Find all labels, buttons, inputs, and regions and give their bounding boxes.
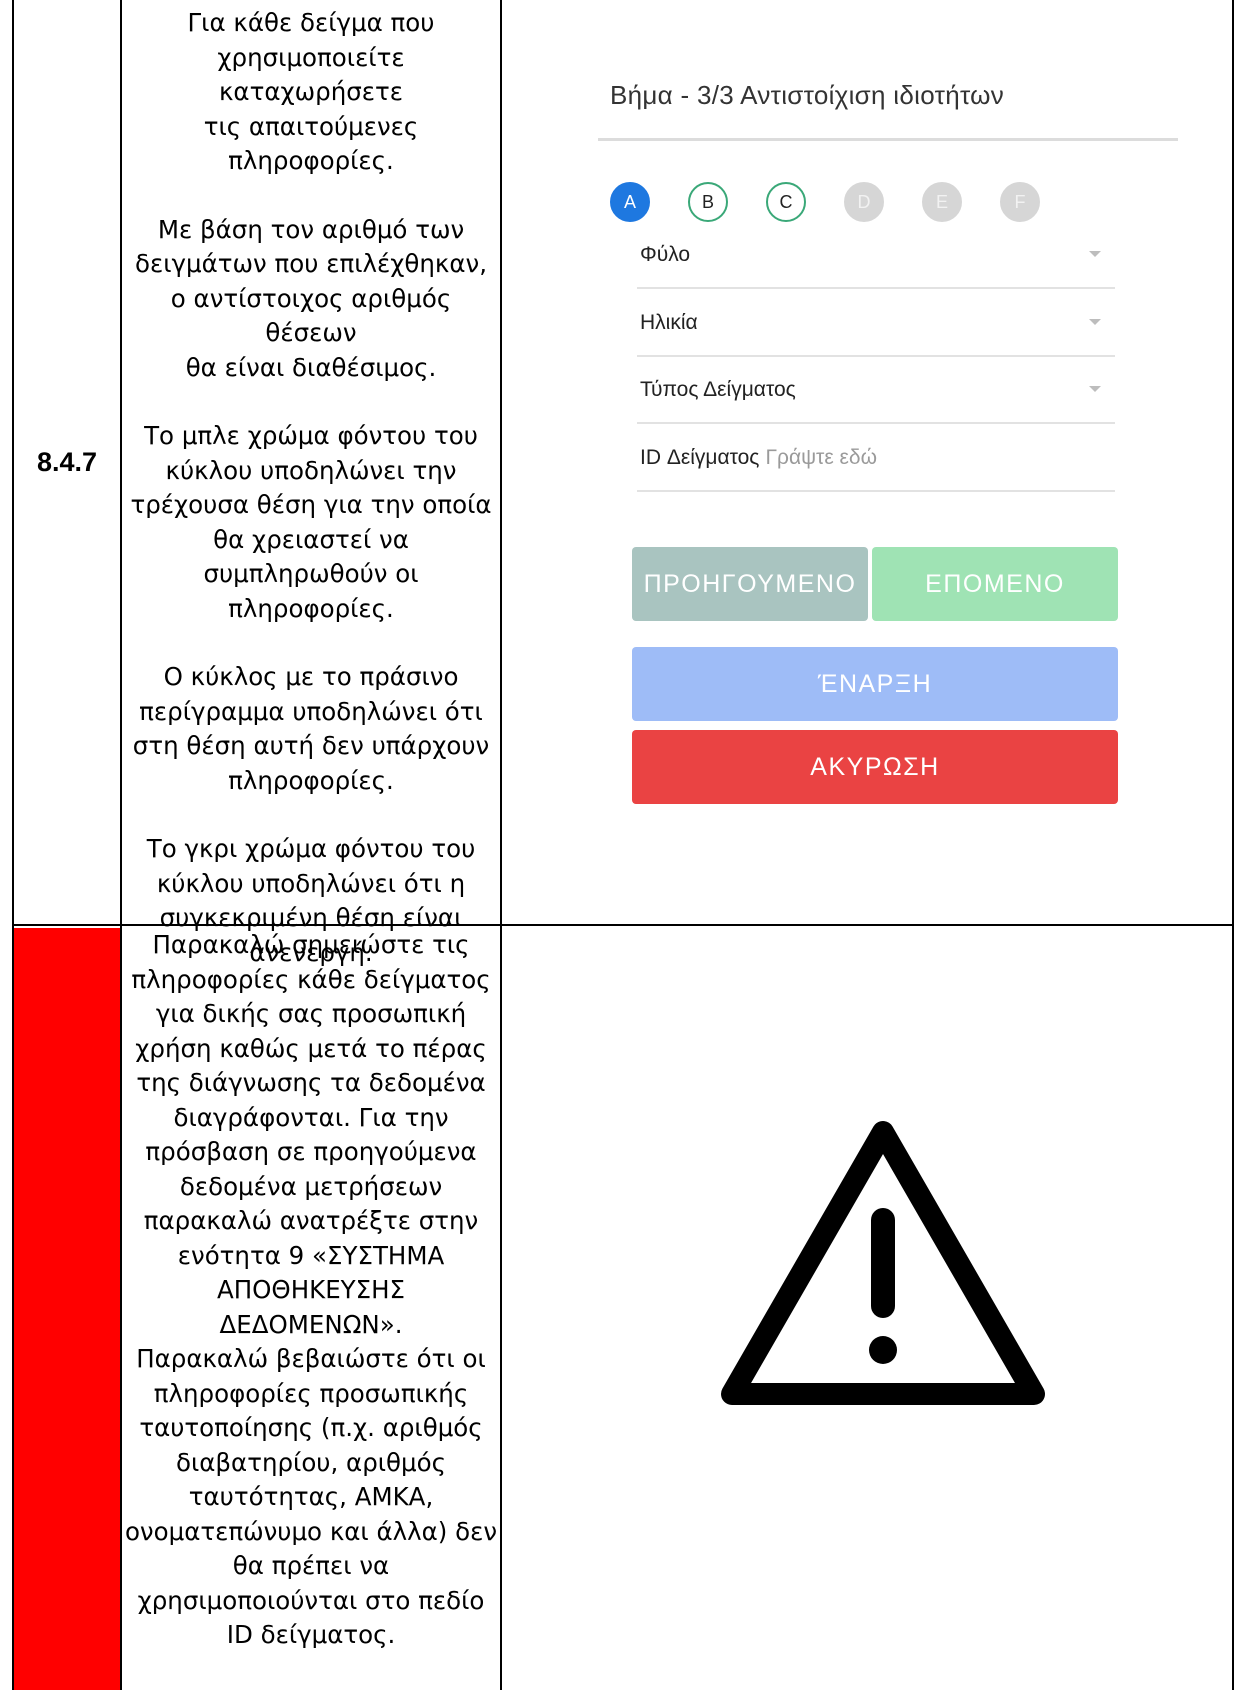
warning-line: ΑΠΟΘΗΚΕΥΣΗΣ (216, 1275, 406, 1304)
description-line: τις απαιτούμενες (203, 111, 419, 141)
description-line: θα χρειαστεί να (213, 524, 409, 554)
warning-line: δεδομένα μετρήσεων (179, 1171, 443, 1201)
warning-line: θα πρέπει να (232, 1551, 390, 1580)
sample-id-label: ID Δείγματος (640, 446, 760, 469)
warning-icon (721, 1121, 1045, 1405)
warning-line: ταυτοποίησης (π.χ. αριθμός (139, 1413, 483, 1442)
warning-line: ονοματεπώνυμο και άλλα) δεν (124, 1516, 498, 1546)
sample-id-placeholder[interactable]: Γράψτε εδώ (765, 446, 877, 469)
app-screen: Βήμα - 3/3 Αντιστοίχιση ιδιοτήτων A B C … (590, 80, 1180, 880)
position-b-circle[interactable]: B (688, 182, 728, 222)
age-select[interactable]: Ηλικία (637, 285, 1115, 357)
description-line: Με βάση τον αριθμό των (157, 214, 465, 244)
gender-select[interactable]: Φύλο (637, 217, 1115, 289)
warning-line: ΔΕΔΟΜΕΝΩΝ». (219, 1309, 403, 1339)
warning-line: για δικής σας προσωπική (155, 999, 467, 1028)
description-line: Για κάθε δείγμα που (187, 8, 435, 37)
description-line: κύκλου υποδηλώνει την (165, 455, 457, 485)
position-a-circle[interactable]: A (610, 182, 650, 222)
description-line: κύκλου υποδηλώνει ότι η (156, 868, 466, 898)
instruction-table: 8.4.7 Για κάθε δείγμα που χρησιμοποιείτε… (0, 0, 1246, 1690)
step-description: Για κάθε δείγμα που χρησιμοποιείτε καταχ… (122, 6, 500, 970)
warning-line: χρήση καθώς μετά το πέρας (135, 1033, 487, 1063)
description-line: Το γκρι χρώμα φόντου του (146, 834, 476, 863)
description-line: στη θέση αυτή δεν υπάρχουν (132, 731, 490, 760)
description-line: χρησιμοποιείτε καταχωρήσετε (217, 42, 405, 107)
warning-line: ID δείγματος. (226, 1620, 396, 1649)
warning-line: της διάγνωσης τα δεδομένα (136, 1068, 486, 1097)
sample-type-select[interactable]: Τύπος Δείγματος (637, 352, 1115, 424)
dropdown-arrow-icon (1089, 251, 1101, 257)
age-label: Ηλικία (640, 311, 698, 334)
description-line: πληροφορίες. (228, 593, 394, 623)
table-border-col2 (500, 0, 502, 1690)
description-line: περίγραμμα υποδηλώνει ότι (139, 696, 483, 726)
dropdown-arrow-icon (1089, 319, 1101, 325)
table-border-right (1232, 0, 1234, 1690)
warning-line: παρακαλώ ανατρέξτε στην (143, 1206, 479, 1235)
warning-line: Παρακαλώ σημειώστε τις (152, 930, 470, 959)
sample-type-label: Τύπος Δείγματος (640, 378, 796, 401)
description-line: Το μπλε χρώμα φόντου του (144, 421, 478, 450)
description-line: πληροφορίες. (228, 765, 394, 795)
description-line: συμπληρωθούν οι (203, 559, 419, 588)
warning-line: πρόσβαση σε προηγούμενα (145, 1137, 477, 1166)
position-d-circle: D (844, 182, 884, 222)
section-number: 8.4.7 (36, 446, 98, 477)
warning-line: πληροφορίες κάθε δείγματος (131, 964, 491, 994)
section-number-cell: 8.4.7 (14, 2, 120, 922)
description-line: πληροφορίες. (228, 146, 394, 175)
next-button[interactable]: ΕΠΟΜΕΝΟ (872, 547, 1118, 621)
description-line: τρέχουσα θέση για την οποία (130, 490, 492, 519)
description-line: ο αντίστοιχος αριθμός θέσεων (170, 283, 452, 348)
step-title: Βήμα - 3/3 Αντιστοίχιση ιδιοτήτων (610, 80, 1005, 110)
warning-line: διαβατηρίου, αριθμός (175, 1447, 446, 1477)
warning-line: ενότητα 9 «ΣΥΣΤΗΜΑ (177, 1240, 445, 1270)
warning-line: διαγράφονται. Για την (173, 1102, 449, 1132)
sample-id-field[interactable]: ID Δείγματος Γράψτε εδώ (637, 420, 1115, 492)
title-divider (598, 138, 1178, 141)
dropdown-arrow-icon (1089, 386, 1101, 392)
description-line: Ο κύκλος με το πράσινο (163, 662, 459, 691)
warning-line: ταυτότητας, ΑΜΚΑ, (188, 1482, 434, 1511)
previous-button[interactable]: ΠΡΟΗΓΟΥΜΕΝΟ (632, 547, 868, 621)
warning-line: χρησιμοποιούνται στο πεδίο (137, 1585, 485, 1615)
warning-line: πληροφορίες προσωπικής (153, 1378, 469, 1408)
position-e-circle: E (922, 182, 962, 222)
warning-text: Παρακαλώ σημειώστε τις πληροφορίες κάθε … (122, 928, 500, 1653)
position-f-circle: F (1000, 182, 1040, 222)
warning-line: Παρακαλώ βεβαιώστε ότι οι (136, 1344, 486, 1373)
gender-label: Φύλο (640, 243, 691, 266)
description-line: θα είναι διαθέσιμος. (185, 352, 437, 382)
start-button[interactable]: ΈΝΑΡΞΗ (632, 647, 1118, 721)
warning-flag-cell (14, 928, 120, 1690)
position-c-circle[interactable]: C (766, 182, 806, 222)
cancel-button[interactable]: ΑΚΥΡΩΣΗ (632, 730, 1118, 804)
description-line: δειγμάτων που επιλέχθηκαν, (135, 249, 487, 278)
